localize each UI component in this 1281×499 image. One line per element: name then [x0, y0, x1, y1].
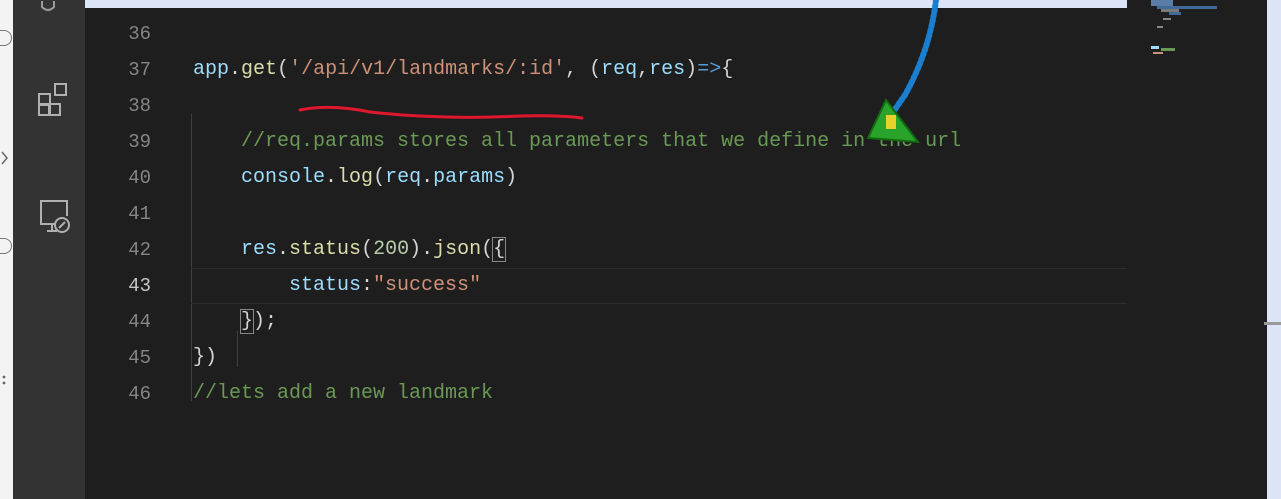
code-token: params — [433, 166, 506, 189]
code-line[interactable]: 36 — [85, 16, 1127, 52]
line-number: 38 — [128, 95, 151, 117]
code-token: req — [385, 166, 422, 189]
code-token: . — [325, 166, 338, 189]
code-line[interactable]: 45}) — [85, 340, 1127, 376]
code-token: { — [721, 58, 734, 81]
code-token: log — [337, 166, 374, 189]
edge-glyph — [0, 150, 12, 166]
line-number: 43 — [128, 275, 151, 297]
edge-glyph — [0, 372, 12, 388]
code-text[interactable]: res.status(200).json({ — [193, 232, 507, 268]
code-text[interactable]: }) — [193, 340, 217, 376]
code-token: console — [241, 166, 326, 189]
window-edge — [1267, 0, 1281, 499]
remote-explorer-icon[interactable] — [37, 198, 71, 240]
code-token: ). — [409, 238, 434, 261]
code-text[interactable]: //lets add a new landmark — [193, 376, 493, 412]
code-token: , — [637, 58, 650, 81]
scrollbar-thumb[interactable] — [1264, 322, 1281, 325]
code-line[interactable]: 42 res.status(200).json({ — [85, 232, 1127, 268]
edge-glyph — [0, 238, 12, 254]
code-line[interactable]: 41 — [85, 196, 1127, 232]
minimap[interactable] — [1127, 0, 1267, 499]
line-number: 44 — [128, 311, 151, 333]
code-token: json — [433, 238, 482, 261]
code-token: . — [421, 166, 434, 189]
code-line[interactable]: 38 — [85, 88, 1127, 124]
minimap-code-preview — [1151, 0, 1217, 54]
code-line[interactable]: 44 }); — [85, 304, 1127, 340]
line-number: 37 — [128, 59, 151, 81]
line-number: 39 — [128, 131, 151, 153]
code-text[interactable]: console.log(req.params) — [193, 160, 517, 196]
code-text[interactable]: //req.params stores all parameters that … — [193, 124, 961, 160]
extensions-icon[interactable] — [37, 82, 69, 120]
code-token: : — [361, 274, 374, 297]
code-line[interactable]: 39 //req.params stores all parameters th… — [85, 124, 1127, 160]
code-token: res — [241, 238, 278, 261]
code-line[interactable]: 43 status:"success" — [85, 268, 1127, 304]
code-token: } — [240, 309, 255, 334]
code-token: //req.params stores all parameters that … — [193, 130, 962, 153]
code-token: }) — [193, 346, 218, 369]
line-number: 42 — [128, 239, 151, 261]
line-number: 41 — [128, 203, 151, 225]
code-token: req — [601, 58, 638, 81]
line-number: 36 — [128, 23, 151, 45]
code-token: { — [492, 237, 507, 262]
debug-icon[interactable] — [37, 0, 59, 19]
code-token: ( — [277, 58, 290, 81]
code-token: ); — [253, 310, 278, 333]
code-line[interactable]: 40 console.log(req.params) — [85, 160, 1127, 196]
code-token: => — [697, 58, 722, 81]
code-token: res — [649, 58, 686, 81]
code-token: app — [193, 58, 230, 81]
code-line[interactable]: 37 app.get('/api/v1/landmarks/:id', (req,… — [85, 52, 1127, 88]
code-token: . — [277, 238, 290, 261]
code-token: status — [289, 274, 362, 297]
code-token: '/api/v1/landmarks/:id' — [289, 58, 566, 81]
edge-glyph — [0, 30, 12, 46]
activity-bar — [13, 0, 85, 499]
line-number: 45 — [128, 347, 151, 369]
code-token: "success" — [373, 274, 482, 297]
left-window-edge — [0, 0, 14, 499]
code-text[interactable]: status:"success" — [193, 268, 481, 304]
code-token: get — [241, 58, 278, 81]
code-editor[interactable]: 36 37 app.get('/api/v1/landmarks/:id', (re… — [85, 8, 1127, 499]
code-text[interactable]: }); — [193, 304, 277, 340]
code-token: ( — [373, 166, 386, 189]
code-token: , ( — [565, 58, 602, 81]
code-text[interactable]: app.get('/api/v1/landmarks/:id', (req,re… — [193, 52, 733, 88]
line-number: 40 — [128, 167, 151, 189]
code-token: ) — [685, 58, 698, 81]
code-token: ( — [361, 238, 374, 261]
code-token: status — [289, 238, 362, 261]
code-line[interactable]: 46 //lets add a new landmark — [85, 376, 1127, 412]
code-token: . — [229, 58, 242, 81]
code-token: ) — [505, 166, 518, 189]
code-token: ( — [481, 238, 494, 261]
code-token: //lets add a new landmark — [193, 382, 494, 405]
line-number: 46 — [128, 383, 151, 405]
code-token: 200 — [373, 238, 410, 261]
